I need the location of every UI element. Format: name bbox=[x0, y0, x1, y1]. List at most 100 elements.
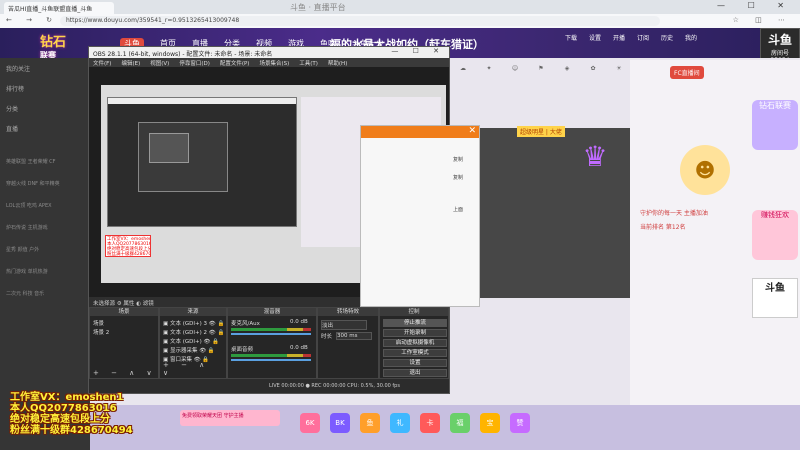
mixer-channel-db: 0.0 dB bbox=[290, 319, 308, 325]
source-item[interactable]: ▣ 文本 (GDI+) 👁 🔒 bbox=[163, 337, 219, 345]
dock-header: 场景 bbox=[90, 308, 158, 316]
watermark-text: 工作室VX：emoshen1 本人QQ2077863016 绝对稳定高速包段上分 粉丝… bbox=[10, 392, 133, 436]
gift-bar-icon[interactable]: 鱼 bbox=[360, 413, 380, 433]
chat-line: 当前排名 第12名 bbox=[640, 224, 686, 231]
control-button[interactable]: 停止推流 bbox=[383, 319, 447, 327]
browser-tab[interactable]: 苦瓜HI直播_斗鱼联盟直播_斗鱼 bbox=[4, 2, 114, 14]
gift-icon[interactable]: ✿ bbox=[580, 65, 606, 72]
sidebar-category-row[interactable]: 热门游戏 单机热游 bbox=[6, 268, 48, 275]
control-button[interactable]: 启动虚拟摄像机 bbox=[383, 339, 447, 347]
sources-dock: 来源 ▣ 文本 (GDI+) 3 👁 🔒 ▣ 文本 (GDI+) 2 👁 🔒 ▣ 文… bbox=[159, 307, 227, 379]
gift-bar-icon[interactable]: 6K bbox=[300, 413, 320, 433]
browser-tabbar: 苦瓜HI直播_斗鱼联盟直播_斗鱼 斗鱼 · 直播平台 — ☐ ✕ bbox=[0, 0, 800, 14]
source-item[interactable]: ▣ 文本 (GDI+) 2 👁 🔒 bbox=[163, 328, 224, 336]
obs-window-controls[interactable]: — ☐ ✕ bbox=[391, 47, 445, 55]
scene-item[interactable]: 场景 bbox=[93, 319, 104, 327]
sidebar-item[interactable]: 直播 bbox=[6, 124, 18, 133]
control-button[interactable]: 设置 bbox=[383, 359, 447, 367]
nested-watermark: 工作室VX：emoshen1 本人QQ2077863016 绝对稳定高速包段上分 粉丝… bbox=[105, 235, 151, 257]
header-icon-button[interactable]: 下载 bbox=[560, 33, 582, 42]
gift-icon[interactable]: ⚑ bbox=[528, 65, 554, 72]
nested-obs-window bbox=[138, 122, 228, 192]
gift-icon[interactable]: ☁ bbox=[450, 65, 476, 72]
nav-buttons-icon[interactable]: ← → ↻ bbox=[6, 16, 58, 24]
transition-select[interactable]: 淡出 bbox=[321, 320, 367, 330]
sidebar-item[interactable]: 排行榜 bbox=[6, 84, 24, 93]
watermark-line: 绝对稳定高速包段上分 bbox=[10, 414, 110, 425]
duration-input[interactable]: 300 ms bbox=[336, 332, 372, 340]
close-icon[interactable]: ✕ bbox=[468, 126, 476, 136]
badge-sub: 房间号 bbox=[770, 50, 789, 57]
stream-video[interactable] bbox=[450, 128, 660, 298]
promo-label: 斗鱼 bbox=[765, 283, 785, 294]
volume-slider[interactable] bbox=[231, 333, 311, 335]
promo-card[interactable]: 钻石联赛 bbox=[752, 100, 798, 150]
volume-slider[interactable] bbox=[231, 359, 311, 361]
dialog-label: 上面 bbox=[453, 207, 464, 213]
browser-toolbar: ← → ↻ https://www.douyu.com/359541_r=0.9… bbox=[0, 14, 800, 28]
window-controls[interactable]: — ☐ ✕ bbox=[717, 1, 794, 10]
control-button[interactable]: 开始录制 bbox=[383, 329, 447, 337]
watermark-line: 本人QQ2077863016 bbox=[10, 403, 117, 414]
control-button[interactable]: 退出 bbox=[383, 369, 447, 377]
badge-title: 斗鱼 bbox=[767, 33, 792, 47]
nested-watermark-line: 粉丝满十级群428670494 bbox=[107, 252, 151, 257]
obs-menu-bar: 文件(F) 编辑(E) 视图(V) 停靠窗口(D) 配置文件(P) 场景集合(S) 工具(T… bbox=[89, 58, 449, 67]
sidebar-category-row[interactable]: 二次元 科技 音乐 bbox=[6, 290, 44, 297]
nested-title-bar bbox=[108, 98, 296, 104]
logo-main: 钻石 bbox=[40, 35, 67, 50]
scene-item[interactable]: 场景 2 bbox=[93, 328, 109, 336]
dock-header: 来源 bbox=[160, 308, 226, 316]
gift-bar-icon[interactable]: 宝 bbox=[480, 413, 500, 433]
dialog-label: 复制 bbox=[453, 157, 464, 163]
promo-card[interactable]: 赚钱狂欢 bbox=[752, 210, 798, 260]
control-button[interactable]: 工作室模式 bbox=[383, 349, 447, 357]
dock-header: 混音器 bbox=[228, 308, 316, 316]
gift-icon[interactable]: ✦ bbox=[476, 65, 502, 72]
sidebar-category-row[interactable]: 穿越火线 DNF 和平精英 bbox=[6, 180, 60, 187]
gift-bar-icon[interactable]: 礼 bbox=[390, 413, 410, 433]
crown-emblem-icon: ♛ bbox=[582, 140, 608, 173]
header-icon-button[interactable]: 历史 bbox=[656, 33, 678, 42]
promo-label: 钻石联赛 bbox=[759, 101, 791, 110]
sidebar-category-row[interactable]: 英雄联盟 王者荣耀 CF bbox=[6, 158, 56, 165]
sidebar-category-row[interactable]: LOL云顶 吃鸡 APEX bbox=[6, 202, 52, 209]
header-icon-button[interactable]: 开播 bbox=[608, 33, 630, 42]
dock-footer-buttons[interactable]: + − ∧ ∨ bbox=[163, 361, 226, 377]
obs-docks: 场景 场景 场景 2 + − ∧ ∨ 来源 ▣ 文本 (GDI+) 3 👁 🔒 ▣ … bbox=[89, 307, 449, 389]
header-icons: 下载 设置 开播 订阅 历史 我的 bbox=[560, 33, 704, 42]
gift-icon[interactable]: ◈ bbox=[554, 65, 580, 72]
dock-footer-buttons[interactable]: + − ∧ ∨ bbox=[93, 369, 157, 377]
promo-note[interactable]: 免费领取荣耀天团 守护主播 bbox=[180, 410, 280, 426]
header-icon-button[interactable]: 我的 bbox=[680, 33, 702, 42]
watermark-line: 粉丝满十级群428670494 bbox=[10, 425, 133, 436]
nested-obs-window bbox=[107, 97, 297, 227]
source-item[interactable]: ▣ 显示器采集 👁 🔒 bbox=[163, 346, 215, 354]
toolbar-icons[interactable]: ☆ ◫ ⋯ bbox=[733, 16, 792, 24]
mixer-dock: 混音器 麦克风/Aux 0.0 dB 桌面音频 0.0 dB bbox=[227, 307, 317, 379]
address-bar[interactable]: https://www.douyu.com/359541_r=0.9513265… bbox=[60, 16, 660, 26]
dialog-label: 复制 bbox=[453, 175, 464, 181]
transitions-dock: 转场特效 淡出 时长 300 ms bbox=[317, 307, 379, 379]
watermark-line: 工作室VX：emoshen1 bbox=[10, 392, 124, 403]
gift-bar-icon[interactable]: BK bbox=[330, 413, 350, 433]
sidebar-category-row[interactable]: 星秀 颜值 户外 bbox=[6, 246, 39, 253]
header-icon-button[interactable]: 设置 bbox=[584, 33, 606, 42]
promo-card[interactable]: 斗鱼 bbox=[752, 278, 798, 318]
volume-meter bbox=[231, 328, 311, 331]
gift-icon[interactable]: ☀ bbox=[606, 65, 632, 72]
source-item[interactable]: ▣ 文本 (GDI+) 3 👁 🔒 bbox=[163, 319, 224, 327]
fc-banner[interactable]: FC直播间 bbox=[670, 66, 704, 79]
sidebar-item[interactable]: 我的关注 bbox=[6, 64, 30, 73]
header-icon-button[interactable]: 订阅 bbox=[632, 33, 654, 42]
gift-bar-icon[interactable]: 赞 bbox=[510, 413, 530, 433]
volume-meter bbox=[231, 354, 311, 357]
sidebar-category-row[interactable]: 炉石传说 主机游戏 bbox=[6, 224, 48, 231]
scenes-dock: 场景 场景 场景 2 + − ∧ ∨ bbox=[89, 307, 159, 379]
gift-bar-icon[interactable]: 卡 bbox=[420, 413, 440, 433]
gift-bar-icon[interactable]: 福 bbox=[450, 413, 470, 433]
dialog-header: ✕ bbox=[361, 126, 479, 138]
sidebar-item[interactable]: 分类 bbox=[6, 104, 18, 113]
gift-icon[interactable]: ☺ bbox=[502, 65, 528, 72]
obs-status-bar: LIVE 00:00:00 ● REC 00:00:00 CPU: 0.5%, … bbox=[269, 383, 400, 389]
